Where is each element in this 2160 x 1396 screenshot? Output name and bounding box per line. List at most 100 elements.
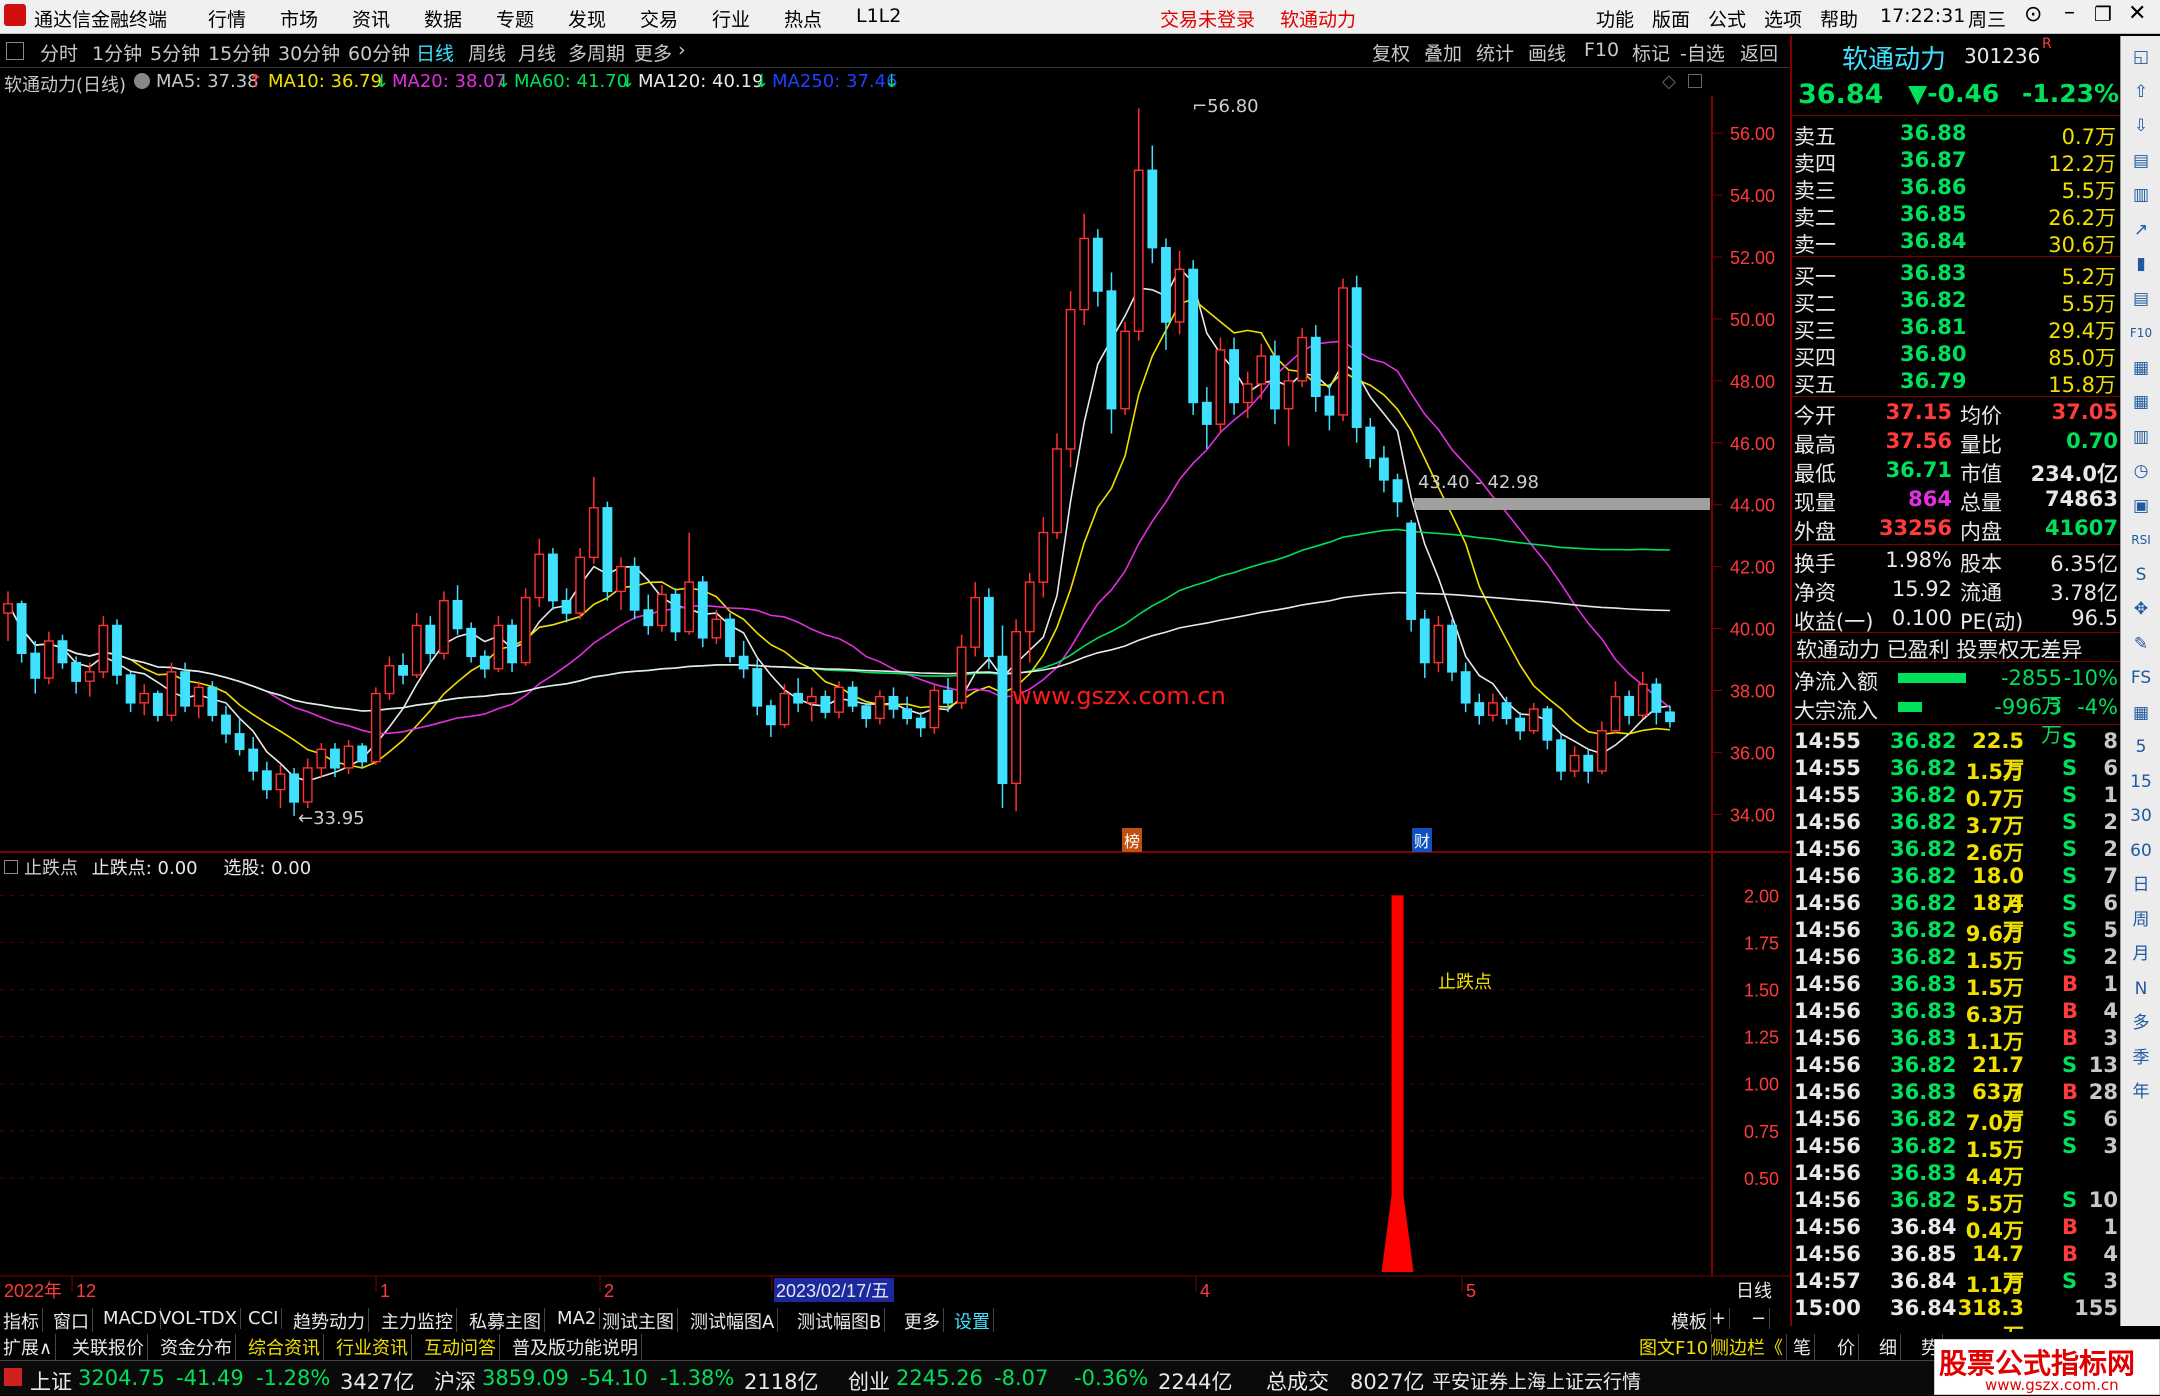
tab-5[interactable]: 趋势动力	[290, 1308, 369, 1334]
menu-shuju[interactable]: 数据	[424, 5, 462, 32]
sidebar-icon-14[interactable]: RSI	[2125, 525, 2157, 555]
tab-0[interactable]: 指标	[0, 1308, 43, 1334]
btn-fanhui[interactable]: 返回	[1740, 39, 1778, 66]
info-tab-1[interactable]: 关联报价	[69, 1334, 148, 1360]
sidebar-icon-26[interactable]: 月	[2125, 939, 2157, 969]
tab-1[interactable]: 窗口	[50, 1308, 93, 1334]
tf-fenshi[interactable]: 分时	[40, 39, 78, 66]
sidebar-icon-25[interactable]: 周	[2125, 905, 2157, 935]
sidebar-icon-22[interactable]: 30	[2125, 801, 2157, 831]
sidebar-icon-9[interactable]: ▦	[2125, 353, 2157, 383]
menu-bangzhu[interactable]: 帮助	[1820, 5, 1858, 32]
btn-fuquan[interactable]: 复权	[1372, 39, 1410, 66]
sidebar-icon-28[interactable]: 多	[2125, 1008, 2157, 1038]
menu-jiaoyi[interactable]: 交易	[640, 5, 678, 32]
info-tab-2[interactable]: 资金分布	[157, 1334, 236, 1360]
tab-6[interactable]: 主力监控	[378, 1308, 457, 1334]
btn-tongji[interactable]: 统计	[1476, 39, 1514, 66]
tab-10[interactable]: 测试幅图A	[687, 1308, 779, 1334]
sidebar-icon-10[interactable]: ▦	[2125, 387, 2157, 417]
sidebar-icon-8[interactable]: F10	[2125, 318, 2157, 348]
sidebar-icon-18[interactable]: FS	[2125, 663, 2157, 693]
sidebar-icon-30[interactable]: 年	[2125, 1077, 2157, 1107]
ask-row[interactable]: 卖一 36.84 30.6万	[1792, 228, 2122, 257]
sidebar-icon-24[interactable]: 日	[2125, 870, 2157, 900]
btn-zixuan[interactable]: -自选	[1680, 39, 1725, 66]
menu-l1l2[interactable]: L1L2	[856, 5, 901, 27]
info-tab-right-3[interactable]: 价	[1834, 1334, 1859, 1360]
tab-11[interactable]: 测试幅图B	[794, 1308, 886, 1334]
btn-huaxian[interactable]: 画线	[1528, 39, 1566, 66]
info-tab-4[interactable]: 行业资讯	[333, 1334, 412, 1360]
tag-row[interactable]: 软通动力 已盈利 投票权无差异	[1792, 632, 2122, 662]
menu-xuanxiang[interactable]: 选项	[1764, 5, 1802, 32]
sidebar-icon-29[interactable]: 季	[2125, 1043, 2157, 1073]
btn-biaoji[interactable]: 标记	[1632, 39, 1670, 66]
menu-hangye[interactable]: 行业	[712, 5, 750, 32]
menu-hangqing[interactable]: 行情	[208, 5, 246, 32]
index-label[interactable]: 上证	[30, 1366, 72, 1396]
login-status[interactable]: 交易未登录	[1160, 5, 1255, 32]
bid-row[interactable]: 买二 36.82 5.5万	[1792, 287, 2122, 316]
info-tab-right-0[interactable]: 图文F10	[1636, 1334, 1713, 1360]
tf-60min[interactable]: 60分钟	[348, 39, 410, 66]
tf-multi[interactable]: 多周期	[568, 39, 625, 66]
bang-marker[interactable]: 榜	[1122, 828, 1143, 852]
index-label[interactable]: 创业	[848, 1366, 890, 1396]
sidebar-icon-23[interactable]: 60	[2125, 836, 2157, 866]
tab-12[interactable]: 更多	[901, 1308, 944, 1334]
close-icon[interactable]: ✕	[2128, 1, 2146, 26]
tab-right-1[interactable]: +	[1708, 1308, 1731, 1329]
tf-month[interactable]: 月线	[518, 39, 556, 66]
ask-row[interactable]: 卖五 36.88 0.7万	[1792, 120, 2122, 149]
sidebar-icon-15[interactable]: S	[2125, 560, 2157, 590]
tf-30min[interactable]: 30分钟	[278, 39, 340, 66]
tab-9[interactable]: 测试主图	[599, 1308, 678, 1334]
tab-8[interactable]: MA2	[554, 1308, 601, 1329]
ask-row[interactable]: 卖四 36.87 12.2万	[1792, 147, 2122, 176]
menu-zhuanti[interactable]: 专题	[496, 5, 534, 32]
bid-row[interactable]: 买一 36.83 5.2万	[1792, 260, 2122, 289]
tab-7[interactable]: 私募主图	[466, 1308, 545, 1334]
ask-row[interactable]: 卖三 36.86 5.5万	[1792, 174, 2122, 203]
tab-right-0[interactable]: 模板	[1668, 1308, 1711, 1334]
btn-f10[interactable]: F10	[1584, 39, 1619, 61]
bid-row[interactable]: 买三 36.81 29.4万	[1792, 314, 2122, 343]
sidebar-icon-11[interactable]: ▥	[2125, 422, 2157, 452]
tf-day[interactable]: 日线	[416, 39, 454, 66]
index-label[interactable]: 沪深	[434, 1366, 476, 1396]
menu-zixun[interactable]: 资讯	[352, 5, 390, 32]
chart-area[interactable]: 56.00 54.00 52.00 50.00 48.00 46.00 44.00 42.00…	[0, 96, 1790, 1306]
info-tab-right-4[interactable]: 细	[1876, 1334, 1901, 1360]
sidebar-toggle-icon[interactable]	[6, 42, 24, 60]
sidebar-icon-16[interactable]: ✥	[2125, 594, 2157, 624]
info-tab-right-1[interactable]: 侧边栏《	[1708, 1334, 1787, 1360]
kline-chart[interactable]: 56.0054.0052.0050.0048.0046.0044.0042.00…	[0, 96, 1790, 1306]
sidebar-icon-3[interactable]: ▤	[2125, 146, 2157, 176]
diamond-icon[interactable]: ◇	[1662, 71, 1676, 92]
expand-icon[interactable]	[1688, 74, 1702, 88]
chevron-right-icon[interactable]: ›	[678, 39, 686, 61]
sidebar-icon-13[interactable]: ▣	[2125, 491, 2157, 521]
tab-right-2[interactable]: −	[1748, 1308, 1771, 1329]
tf-5min[interactable]: 5分钟	[150, 39, 200, 66]
settings-icon[interactable]	[134, 73, 150, 89]
tf-1min[interactable]: 1分钟	[92, 39, 142, 66]
info-tab-5[interactable]: 互动问答	[421, 1334, 500, 1360]
sidebar-icon-12[interactable]: ◷	[2125, 456, 2157, 486]
sidebar-icon-20[interactable]: 5	[2125, 732, 2157, 762]
collapse-icon[interactable]	[4, 860, 18, 874]
menu-banmian[interactable]: 版面	[1652, 5, 1690, 32]
btn-diejia[interactable]: 叠加	[1424, 39, 1462, 66]
ask-row[interactable]: 卖二 36.85 26.2万	[1792, 201, 2122, 230]
info-tab-3[interactable]: 综合资讯	[245, 1334, 324, 1360]
menu-gongshi[interactable]: 公式	[1708, 5, 1746, 32]
menu-redian[interactable]: 热点	[784, 5, 822, 32]
restore-icon[interactable]: ❐	[2094, 2, 2112, 26]
sidebar-icon-2[interactable]: ⇩	[2125, 111, 2157, 141]
menu-faxian[interactable]: 发现	[568, 5, 606, 32]
info-tab-6[interactable]: 普及版功能说明	[509, 1334, 642, 1360]
tab-3[interactable]: VOL-TDX	[156, 1308, 241, 1329]
bid-row[interactable]: 买五 36.79 15.8万	[1792, 368, 2122, 397]
sidebar-icon-19[interactable]: ▦	[2125, 698, 2157, 728]
